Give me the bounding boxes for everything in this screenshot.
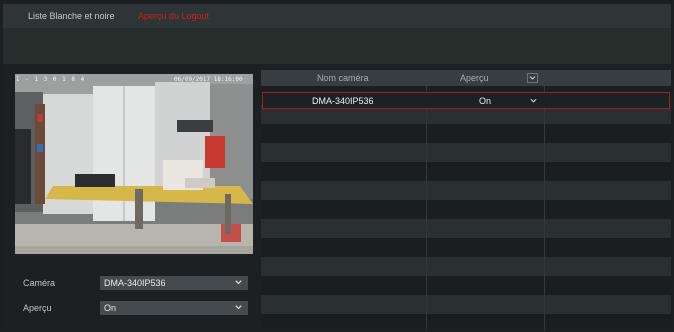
preview-select[interactable]: On <box>100 301 248 315</box>
window: Liste Blanche et noire Aperçu du Logout <box>3 4 671 330</box>
tab-whitelist-blacklist[interactable]: Liste Blanche et noire <box>28 11 115 21</box>
table-row-empty <box>261 124 671 143</box>
tab-logout-preview[interactable]: Aperçu du Logout <box>138 11 209 21</box>
camera-table: Nom caméra Aperçu DMA-340IP536 On <box>261 70 671 330</box>
table-row-empty <box>261 219 671 238</box>
table-row-empty <box>261 257 671 276</box>
row-preview-value[interactable]: On <box>479 96 491 106</box>
row-camera-name: DMA-340IP536 <box>312 96 374 106</box>
chevron-down-icon <box>235 280 242 285</box>
table-row-empty <box>261 162 671 181</box>
camera-preview: I - 1 3 0 1 8 4 06/09/2017 18:16:00 <box>15 74 253 254</box>
column-header-camera-name: Nom caméra <box>317 73 369 83</box>
camera-select[interactable]: DMA-340IP536 <box>100 276 248 290</box>
table-row-empty <box>261 314 671 330</box>
table-row[interactable]: DMA-340IP536 On <box>262 92 670 109</box>
chevron-down-icon <box>235 305 242 310</box>
column-preview-dropdown[interactable] <box>527 73 538 83</box>
chevron-down-icon <box>529 76 536 80</box>
preview-select-value: On <box>104 303 117 313</box>
table-row-empty <box>261 276 671 295</box>
table-row-empty <box>261 238 671 257</box>
preview-osd-timestamp: 06/09/2017 18:16:00 <box>174 76 243 83</box>
preview-osd-channel: I - 1 3 0 1 8 4 <box>16 76 86 83</box>
camera-select-value: DMA-340IP536 <box>104 278 166 288</box>
table-row-empty <box>261 200 671 219</box>
tab-bar: Liste Blanche et noire Aperçu du Logout <box>3 4 671 28</box>
table-row-empty <box>261 143 671 162</box>
camera-snapshot <box>15 74 253 254</box>
column-divider <box>426 86 427 330</box>
column-divider <box>544 86 545 330</box>
chevron-down-icon[interactable] <box>529 97 538 105</box>
table-row-empty <box>261 181 671 200</box>
preview-label: Aperçu <box>23 303 52 313</box>
toolbar-band <box>3 28 671 64</box>
camera-field-row: Caméra DMA-340IP536 <box>23 276 248 290</box>
table-row-empty <box>261 295 671 314</box>
camera-label: Caméra <box>23 278 56 288</box>
preview-field-row: Aperçu On <box>23 301 248 315</box>
table-header: Nom caméra Aperçu <box>261 70 671 86</box>
column-header-preview: Aperçu <box>460 73 489 83</box>
